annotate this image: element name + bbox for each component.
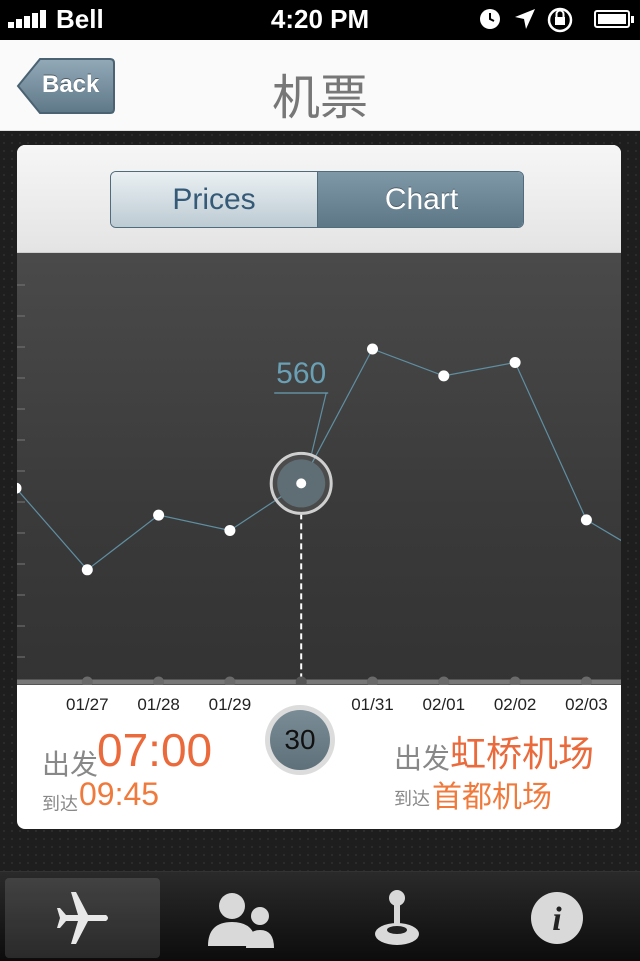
date-tick-label: 02/03 — [565, 695, 608, 714]
arrive-time: 09:45 — [79, 776, 160, 812]
date-tick-label: 01/28 — [137, 695, 180, 714]
data-point — [81, 564, 93, 576]
arrive-time-label: 到达 — [42, 794, 78, 814]
date-tick-label: 01/31 — [351, 695, 394, 714]
airplane-icon — [57, 892, 108, 944]
page-title: 机票 — [271, 72, 368, 125]
data-point — [438, 370, 450, 382]
info-icon: i — [531, 892, 583, 944]
tab-games[interactable] — [320, 878, 475, 958]
x-axis-dot — [224, 676, 236, 685]
x-axis-dot — [438, 676, 450, 685]
location-arrow-icon — [515, 9, 535, 29]
tab-bar: i — [0, 871, 640, 961]
x-axis-dot — [509, 676, 521, 685]
data-point — [367, 343, 378, 355]
date-tick-label: 01/29 — [208, 695, 252, 714]
selection-label-connector — [310, 392, 327, 456]
content-card: Prices Chart 560 01/27 01/28 01/29 01/31 02/… — [17, 145, 621, 829]
tab-passengers[interactable] — [162, 878, 317, 958]
data-point — [17, 482, 22, 494]
people-icon — [208, 893, 274, 948]
battery-icon — [594, 10, 634, 28]
data-point — [153, 509, 165, 521]
segment-prices[interactable]: Prices — [111, 172, 318, 227]
selection-axis-dot — [295, 676, 307, 685]
data-point — [224, 524, 236, 536]
alarm-clock-icon — [480, 9, 500, 29]
price-chart[interactable]: 560 — [17, 253, 621, 685]
date-tick-label: 02/02 — [493, 695, 537, 714]
date-tick-label: 01/27 — [66, 695, 109, 714]
selected-day-label: 30 — [270, 710, 330, 770]
rotation-lock-icon — [547, 7, 573, 33]
depart-airport: 虹桥机场 — [450, 733, 595, 774]
price-line-chart: 560 — [17, 284, 621, 685]
tab-flights[interactable] — [5, 878, 160, 958]
selected-day-badge[interactable]: 30 — [265, 705, 335, 775]
date-tick-label: 02/01 — [422, 695, 466, 714]
arrive-airport-label: 到达 — [394, 789, 430, 809]
segment-chart[interactable]: Chart — [318, 172, 523, 227]
x-axis-dot — [367, 676, 378, 685]
battery-fill — [598, 14, 626, 24]
navigation-bar: Back 机票 — [0, 40, 640, 131]
status-time: 4:20 PM — [270, 4, 370, 34]
x-axis-dot — [580, 676, 592, 685]
tab-info[interactable]: i — [479, 878, 634, 958]
selected-point — [296, 478, 307, 489]
status-bar: Bell 4:20 PM — [0, 0, 640, 40]
data-point — [580, 514, 592, 526]
x-axis-dot — [81, 676, 93, 685]
depart-airport-label: 出发 — [394, 743, 451, 774]
joystick-icon — [375, 890, 419, 945]
data-point — [509, 356, 521, 368]
svg-text:i: i — [552, 901, 562, 938]
arrive-airport: 首都机场 — [432, 781, 552, 814]
selected-price-label: 560 — [276, 357, 326, 390]
segment-header: Prices Chart — [17, 145, 621, 253]
view-segmented-control: Prices Chart — [110, 171, 524, 228]
depart-time: 07:00 — [97, 724, 213, 776]
x-axis-dot — [153, 676, 165, 685]
